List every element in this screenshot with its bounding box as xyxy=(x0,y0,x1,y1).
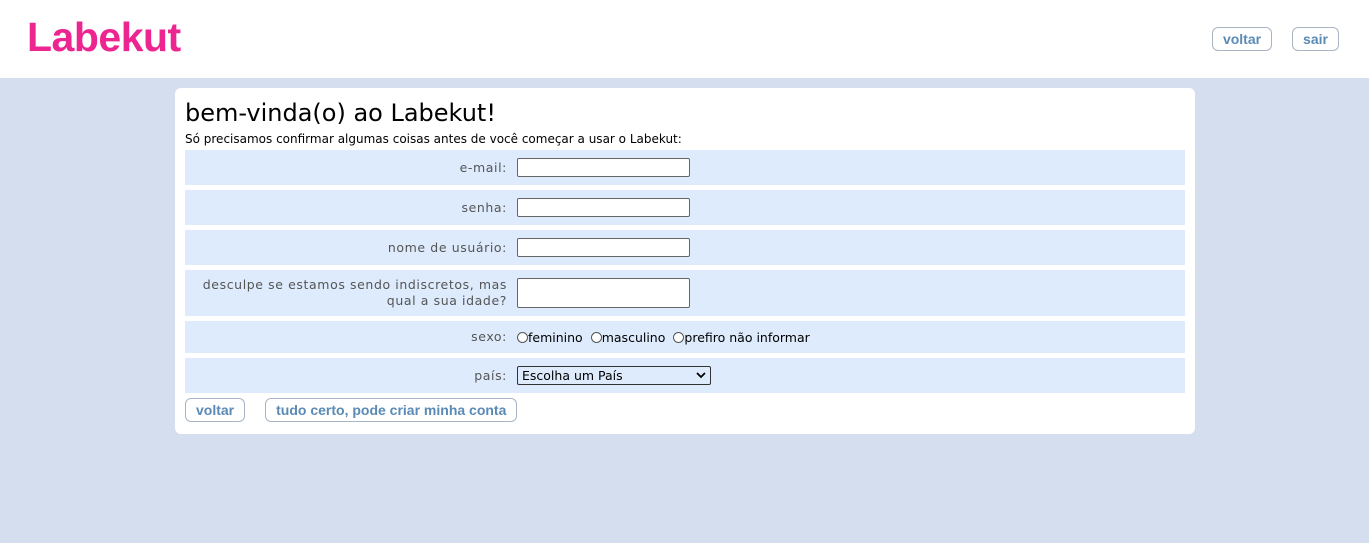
header-exit-button[interactable]: sair xyxy=(1292,27,1339,51)
page-subtitle: Só precisamos confirmar algumas coisas a… xyxy=(185,132,682,146)
username-label: nome de usuário: xyxy=(387,239,507,255)
age-label-line2: qual a sua idade? xyxy=(386,293,507,308)
country-select-value: Escolha um País xyxy=(522,368,623,383)
email-label: e-mail: xyxy=(459,159,507,175)
signup-form: e-mail: senha: nome de usuário: desculpe… xyxy=(185,150,1185,393)
radio-circle-icon[interactable] xyxy=(673,331,685,343)
signup-card: bem-vinda(o) ao Labekut! Só precisamos c… xyxy=(175,88,1195,434)
password-field[interactable] xyxy=(517,198,690,217)
top-header: Labekut voltar sair xyxy=(0,0,1369,78)
password-row: senha: xyxy=(185,190,1185,225)
labekut-logo[interactable]: Labekut xyxy=(27,14,181,61)
sex-row: sexo: feminino masculino prefiro não inf… xyxy=(185,321,1185,353)
back-button[interactable]: voltar xyxy=(185,398,246,422)
email-row: e-mail: xyxy=(185,150,1185,185)
age-field[interactable] xyxy=(517,278,690,308)
country-select[interactable]: Escolha um País xyxy=(517,366,711,385)
page-title: bem-vinda(o) ao Labekut! xyxy=(185,99,496,127)
country-row: país: Escolha um País xyxy=(185,358,1185,393)
password-label: senha: xyxy=(461,199,507,215)
sex-option-masculino[interactable]: masculino xyxy=(590,329,666,345)
sex-option-label: masculino xyxy=(601,329,666,345)
age-label: desculpe se estamos sendo indiscretos, m… xyxy=(185,277,517,309)
username-row: nome de usuário: xyxy=(185,230,1185,265)
sex-option-prefiro-nao-informar[interactable]: prefiro não informar xyxy=(673,329,810,345)
age-row: desculpe se estamos sendo indiscretos, m… xyxy=(185,270,1185,316)
email-field[interactable] xyxy=(517,158,690,177)
sex-label: sexo: xyxy=(471,329,507,344)
age-label-line1: desculpe se estamos sendo indiscretos, m… xyxy=(202,277,507,292)
form-actions: voltar tudo certo, pode criar minha cont… xyxy=(185,398,1185,422)
create-account-button[interactable]: tudo certo, pode criar minha conta xyxy=(265,398,518,422)
chevron-down-icon xyxy=(696,372,706,379)
sex-option-label: feminino xyxy=(528,329,583,345)
username-field[interactable] xyxy=(517,238,690,257)
radio-circle-icon[interactable] xyxy=(517,331,528,343)
sex-option-feminino[interactable]: feminino xyxy=(517,330,583,345)
header-back-button[interactable]: voltar xyxy=(1212,27,1272,51)
country-label: país: xyxy=(474,367,507,383)
sex-option-label: prefiro não informar xyxy=(684,329,810,345)
radio-circle-icon[interactable] xyxy=(590,331,602,343)
